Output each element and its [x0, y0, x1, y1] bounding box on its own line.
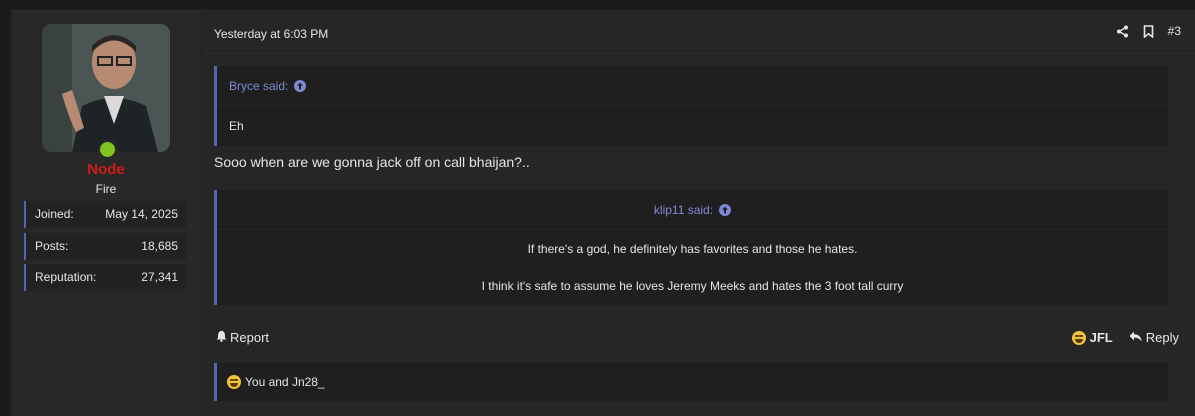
laughing-emoji-icon [1071, 330, 1086, 345]
quote-text-line2: I think it's safe to assume he loves Jer… [481, 279, 904, 293]
quote-author[interactable]: Bryce said: [229, 79, 288, 93]
quote-author[interactable]: klip11 said: [654, 203, 713, 217]
user-panel: Node Fire Joined: May 14, 2025 Posts: 18… [11, 11, 202, 416]
reactions-bar[interactable]: You and Jn28_ [214, 363, 1168, 401]
stat-label: Reputation: [35, 270, 97, 284]
avatar[interactable] [42, 24, 170, 152]
reactions-summary[interactable]: You and Jn28_ [245, 375, 325, 389]
quote-header[interactable]: klip11 said: [217, 190, 1168, 230]
quote-text: Eh [229, 119, 244, 133]
quote-block-bryce: Bryce said: Eh [214, 66, 1168, 146]
post-container: Node Fire Joined: May 14, 2025 Posts: 18… [11, 10, 1195, 416]
stat-value: 27,341 [141, 270, 178, 284]
stat-joined: Joined: May 14, 2025 [24, 201, 186, 228]
stat-value: May 14, 2025 [105, 207, 178, 221]
stat-posts: Posts: 18,685 [24, 233, 186, 260]
stat-reputation: Reputation: 27,341 [24, 264, 186, 291]
stat-label: Joined: [35, 207, 74, 221]
stat-label: Posts: [35, 239, 69, 253]
reply-icon [1129, 330, 1142, 345]
post-header: Yesterday at 6:03 PM #3 [202, 11, 1195, 54]
quote-header[interactable]: Bryce said: [217, 66, 1168, 106]
react-button[interactable]: JFL [1071, 330, 1113, 345]
reply-label: Reply [1145, 330, 1179, 345]
jump-to-quote-icon[interactable] [719, 203, 732, 216]
bell-icon [216, 330, 227, 345]
react-label: JFL [1089, 330, 1113, 345]
username[interactable]: Node [11, 161, 201, 178]
bookmark-icon[interactable] [1143, 24, 1154, 38]
report-button[interactable]: Report [216, 330, 269, 345]
post-number[interactable]: #3 [1168, 24, 1181, 38]
post-actions-right: JFL Reply [1071, 330, 1179, 345]
post-date[interactable]: Yesterday at 6:03 PM [214, 27, 328, 41]
report-label: Report [230, 330, 270, 345]
online-status-indicator [98, 140, 117, 159]
share-icon[interactable] [1116, 25, 1129, 38]
jump-to-quote-icon[interactable] [294, 79, 307, 92]
laughing-emoji-icon [227, 375, 241, 389]
quote-block-klip11: klip11 said: If there's a god, he defini… [214, 190, 1168, 305]
post-body-text: Sooo when are we gonna jack off on call … [214, 154, 530, 170]
stat-value: 18,685 [141, 239, 178, 253]
post-header-actions: #3 [1116, 24, 1181, 38]
avatar-image [42, 24, 170, 152]
quote-text-line1: If there's a god, he definitely has favo… [527, 242, 858, 256]
reply-button[interactable]: Reply [1129, 330, 1179, 345]
post-main: Yesterday at 6:03 PM #3 Bryce said: Eh S… [202, 11, 1195, 416]
user-title: Fire [95, 182, 117, 196]
